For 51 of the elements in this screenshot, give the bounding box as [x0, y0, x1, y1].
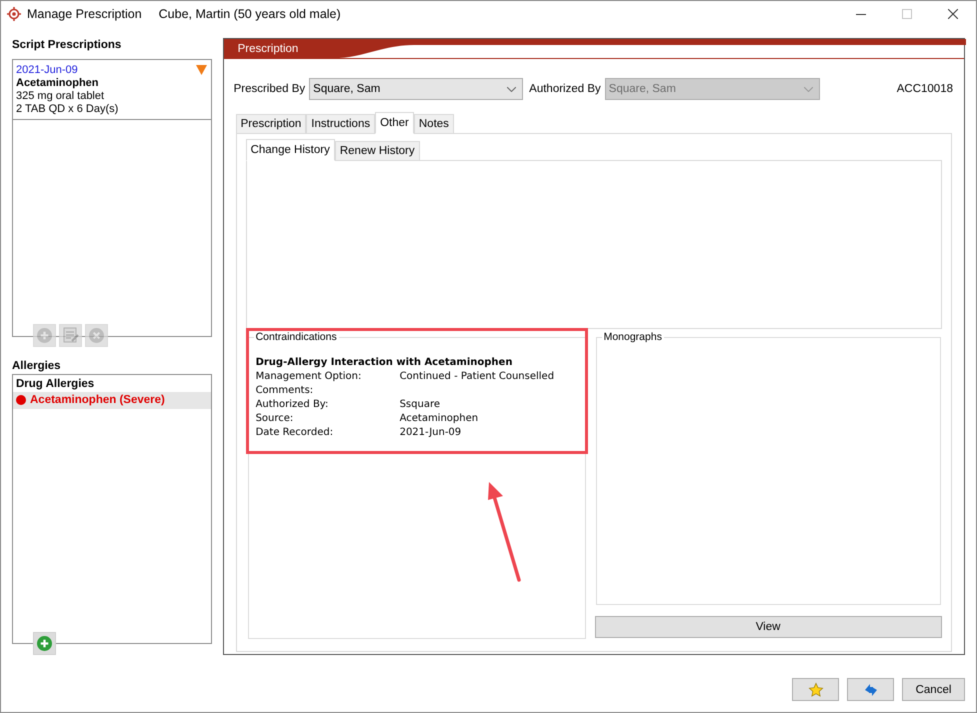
- detail-label: Date Recorded:: [256, 427, 334, 440]
- close-icon: [948, 9, 958, 19]
- renew-button[interactable]: [847, 678, 894, 701]
- group-legend: Contraindications: [254, 331, 339, 343]
- detail-label: Comments:: [256, 385, 314, 398]
- patient-name: Cube, Martin (50 years old male): [158, 7, 341, 21]
- detail-label: Authorized By:: [256, 399, 330, 412]
- detail-value: Continued - Patient Counselled: [400, 371, 554, 384]
- prescription-id: ACC10018: [896, 83, 953, 95]
- window-title: Manage Prescription: [27, 7, 142, 21]
- tab[interactable]: Other: [375, 112, 414, 134]
- cancel-button[interactable]: Cancel: [902, 678, 965, 701]
- detail-label: Source:: [256, 413, 294, 426]
- detail-value: Acetaminophen: [400, 413, 478, 426]
- chevron-down-icon: [507, 86, 516, 92]
- group-label: Drug Allergies: [15, 376, 96, 392]
- prescription-item[interactable]: 2021-Jun-09 Acetaminophen 325 mg oral tablet 2 TAB QD x 6 Day(s): [13, 60, 211, 120]
- tab[interactable]: Prescription: [236, 114, 306, 133]
- tab[interactable]: Instructions: [306, 114, 376, 133]
- drug-strength: 325 mg oral tablet: [16, 90, 106, 102]
- close-icon: [89, 328, 104, 343]
- section-heading: Script Prescriptions: [12, 38, 122, 53]
- tab[interactable]: Renew History: [334, 141, 420, 160]
- star-icon: [808, 682, 824, 698]
- tab[interactable]: Change History: [246, 139, 335, 161]
- section-heading: Allergies: [12, 360, 62, 374]
- panel-title: Prescription: [238, 42, 298, 54]
- favorite-button[interactable]: [792, 678, 839, 701]
- allergy-item[interactable]: Acetaminophen (Severe): [13, 392, 211, 409]
- view-button[interactable]: View: [594, 616, 942, 638]
- add-button[interactable]: [33, 632, 56, 655]
- tab[interactable]: Notes: [414, 114, 454, 133]
- allergy-name: Acetaminophen (Severe): [30, 394, 165, 406]
- group-legend: Monographs: [602, 331, 664, 343]
- detail-label: Management Option:: [256, 371, 362, 384]
- field-label: Authorized By: [529, 83, 601, 95]
- prescription-date: 2021-Jun-09: [16, 64, 79, 76]
- maximize-icon: [902, 9, 912, 19]
- swap-arrows-icon: [862, 682, 878, 698]
- drug-directions: 2 TAB QD x 6 Day(s): [16, 102, 120, 115]
- detail-value: Ssquare: [400, 399, 440, 412]
- plus-icon: [37, 636, 52, 651]
- plus-icon: [37, 328, 52, 343]
- prescriber-dropdown[interactable]: Square, Sam: [309, 78, 524, 100]
- drug-name: Acetaminophen: [16, 76, 100, 89]
- chevron-down-icon: [804, 86, 813, 92]
- target-icon: [7, 7, 21, 21]
- field-label: Prescribed By: [234, 83, 306, 95]
- notepad-icon: [62, 327, 78, 344]
- interaction-title: Drug-Allergy Interaction with Acetaminophen: [256, 357, 514, 370]
- detail-value: 2021-Jun-09: [400, 427, 462, 440]
